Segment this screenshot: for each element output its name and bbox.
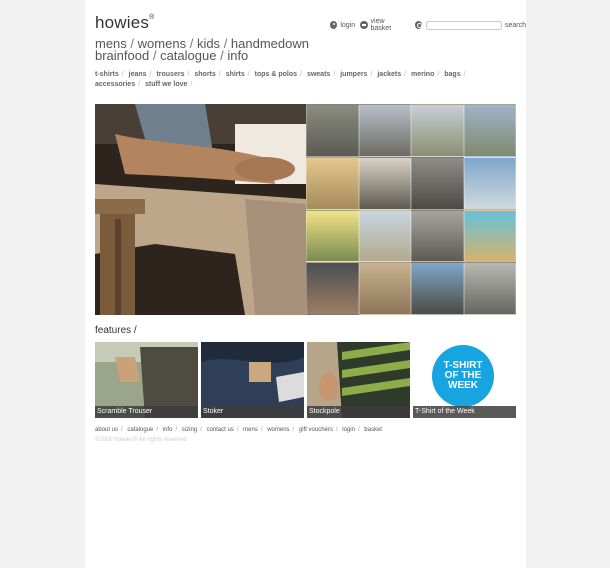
cat-sweats[interactable]: sweats xyxy=(307,71,330,78)
feature-caption[interactable]: T-Shirt of the Week xyxy=(413,406,516,418)
utility-bar: login view basket search xyxy=(330,18,526,32)
feature-stoker[interactable]: Stoker xyxy=(201,342,304,418)
copyright-text: ©2009 howies® All rights reserved xyxy=(95,437,187,443)
footer-link-mens[interactable]: mens xyxy=(243,427,258,433)
search-input[interactable] xyxy=(426,20,502,30)
footer-link-catalogue[interactable]: catalogue xyxy=(127,427,153,433)
brand-logo[interactable]: howies® xyxy=(95,13,154,33)
grid-photo[interactable] xyxy=(306,156,359,210)
footer-nav: about us / catalogue / info / sizing / conta… xyxy=(95,427,382,433)
footer-link-about-us[interactable]: about us xyxy=(95,427,118,433)
badge-line: WEEK xyxy=(448,380,478,391)
footer-link-contact-us[interactable]: contact us xyxy=(206,427,233,433)
grid-photo[interactable] xyxy=(463,156,516,210)
brand-name[interactable]: howies xyxy=(95,13,149,32)
features-heading: features / xyxy=(95,325,137,336)
nav-catalogue[interactable]: catalogue xyxy=(160,48,216,63)
photo-grid xyxy=(306,104,516,315)
search-button[interactable]: search xyxy=(505,22,526,29)
basket-icon[interactable] xyxy=(360,21,368,29)
cat-shirts[interactable]: shirts xyxy=(226,71,245,78)
feature-caption[interactable]: Scramble Trouser xyxy=(95,406,198,418)
footer-link-basket[interactable]: basket xyxy=(364,427,382,433)
main-nav-row-2: brainfood / catalogue / info xyxy=(95,48,249,63)
grid-photo[interactable] xyxy=(306,262,359,315)
cat-jeans[interactable]: jeans xyxy=(129,71,147,78)
footer-link-gift-vouchers[interactable]: gift vouchers xyxy=(299,427,333,433)
cat-accessories[interactable]: accessories xyxy=(95,81,135,88)
page-container: howies® login view basket search mens / … xyxy=(85,0,526,568)
cat-stuff-we-love[interactable]: stuff we love xyxy=(145,81,187,88)
feature-stockpole[interactable]: Stockpole xyxy=(307,342,410,418)
login-link[interactable]: login xyxy=(340,22,355,29)
nav-brainfood[interactable]: brainfood xyxy=(95,48,149,63)
cat-t-shirts[interactable]: t-shirts xyxy=(95,71,119,78)
category-nav: t-shirts / jeans / trousers / shorts / shirt… xyxy=(95,71,466,88)
hero-photo-illustration xyxy=(95,104,306,315)
grid-photo[interactable] xyxy=(358,156,411,210)
cat-merino[interactable]: merino xyxy=(411,71,434,78)
cat-shorts[interactable]: shorts xyxy=(194,71,215,78)
grid-photo[interactable] xyxy=(358,209,411,263)
grid-photo[interactable] xyxy=(306,104,359,157)
grid-photo[interactable] xyxy=(358,262,411,315)
grid-photo[interactable] xyxy=(306,209,359,263)
grid-photo[interactable] xyxy=(358,104,411,157)
cat-bags[interactable]: bags xyxy=(444,71,460,78)
feature-scramble-trouser[interactable]: Scramble Trouser xyxy=(95,342,198,418)
search-icon xyxy=(415,21,423,29)
brand-registered-mark: ® xyxy=(149,14,155,22)
feature-caption[interactable]: Stockpole xyxy=(307,406,410,418)
user-icon[interactable] xyxy=(330,21,338,29)
footer-link-info[interactable]: info xyxy=(163,427,173,433)
cat-trousers[interactable]: trousers xyxy=(156,71,184,78)
cat-jackets[interactable]: jackets xyxy=(377,71,401,78)
grid-photo[interactable] xyxy=(463,262,516,315)
cat-tops-polos[interactable]: tops & polos xyxy=(255,71,297,78)
view-basket-link[interactable]: view basket xyxy=(371,18,405,32)
grid-photo[interactable] xyxy=(463,209,516,263)
nav-info[interactable]: info xyxy=(227,48,248,63)
grid-photo[interactable] xyxy=(411,262,464,315)
cat-jumpers[interactable]: jumpers xyxy=(340,71,367,78)
hero-image[interactable] xyxy=(95,104,306,315)
footer-link-womens[interactable]: womens xyxy=(267,427,289,433)
main-nav: mens / womens / kids / handmedown brainf… xyxy=(95,37,355,63)
feature-tshirt-of-the-week[interactable]: T-SHIRT OF THE WEEK T-Shirt of the Week xyxy=(413,342,516,418)
feature-caption[interactable]: Stoker xyxy=(201,406,304,418)
grid-photo[interactable] xyxy=(411,156,464,210)
tshirt-of-the-week-badge: T-SHIRT OF THE WEEK xyxy=(432,345,494,407)
grid-photo[interactable] xyxy=(463,104,516,157)
footer-link-login[interactable]: login xyxy=(342,427,355,433)
grid-photo[interactable] xyxy=(411,209,464,263)
grid-photo[interactable] xyxy=(411,104,464,157)
footer-link-sizing[interactable]: sizing xyxy=(182,427,197,433)
